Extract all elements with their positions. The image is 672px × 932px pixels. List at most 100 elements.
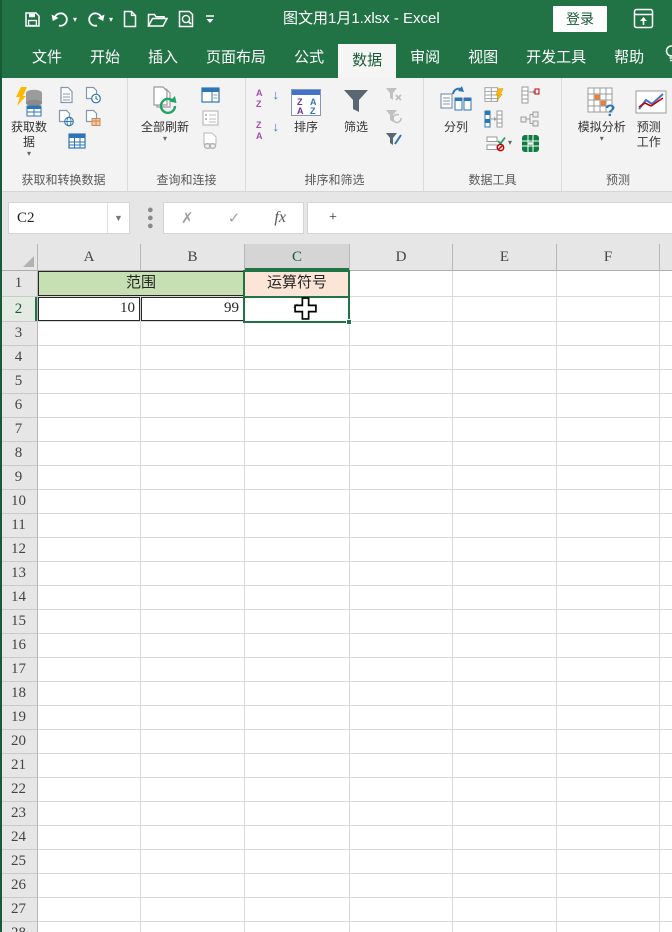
cell[interactable] bbox=[38, 754, 141, 778]
row-header-26[interactable]: 26 bbox=[0, 874, 38, 898]
cell[interactable] bbox=[557, 538, 660, 562]
cell[interactable] bbox=[453, 394, 557, 418]
cell[interactable] bbox=[557, 634, 660, 658]
cell[interactable] bbox=[453, 850, 557, 874]
tell-me-lightbulb-icon[interactable] bbox=[664, 44, 672, 69]
cell[interactable] bbox=[38, 394, 141, 418]
cell[interactable] bbox=[38, 922, 141, 932]
cell[interactable] bbox=[557, 442, 660, 466]
formula-bar-separator[interactable]: ● ● ● bbox=[147, 205, 154, 232]
cell[interactable] bbox=[141, 562, 245, 586]
cell[interactable] bbox=[557, 297, 660, 322]
cell[interactable] bbox=[350, 322, 453, 346]
cell[interactable] bbox=[245, 874, 350, 898]
cell[interactable] bbox=[141, 466, 245, 490]
row-header-18[interactable]: 18 bbox=[0, 682, 38, 706]
cell[interactable] bbox=[245, 442, 350, 466]
tab-view[interactable]: 视图 bbox=[454, 38, 512, 78]
cell[interactable] bbox=[141, 322, 245, 346]
cell[interactable] bbox=[245, 802, 350, 826]
cell[interactable] bbox=[38, 874, 141, 898]
column-header-B[interactable]: B bbox=[141, 244, 245, 271]
row-header-8[interactable]: 8 bbox=[0, 442, 38, 466]
cell[interactable] bbox=[350, 754, 453, 778]
cell[interactable] bbox=[245, 922, 350, 932]
cell[interactable] bbox=[245, 418, 350, 442]
row-header-21[interactable]: 21 bbox=[0, 754, 38, 778]
column-header-D[interactable]: D bbox=[350, 244, 453, 271]
sort-descending-icon[interactable]: Z A ↓ bbox=[254, 120, 280, 144]
column-header-F[interactable]: F bbox=[557, 244, 660, 271]
existing-connections-icon[interactable] bbox=[67, 132, 87, 150]
cell[interactable] bbox=[350, 610, 453, 634]
login-button[interactable]: 登录 bbox=[553, 6, 607, 32]
insert-function-icon[interactable]: fx bbox=[274, 209, 286, 227]
tab-help[interactable]: 帮助 bbox=[600, 38, 658, 78]
clear-filter-icon[interactable] bbox=[384, 86, 404, 104]
cell[interactable] bbox=[350, 538, 453, 562]
cell[interactable] bbox=[453, 730, 557, 754]
cell[interactable] bbox=[350, 586, 453, 610]
consolidate-icon[interactable] bbox=[520, 86, 540, 104]
cell-a1-b1-merged[interactable]: 范围 bbox=[38, 271, 245, 297]
recent-sources-icon[interactable] bbox=[83, 86, 103, 104]
properties-icon[interactable] bbox=[200, 109, 220, 127]
cell[interactable] bbox=[557, 754, 660, 778]
cell[interactable] bbox=[141, 418, 245, 442]
cell[interactable] bbox=[557, 898, 660, 922]
cell[interactable] bbox=[453, 682, 557, 706]
cell[interactable] bbox=[453, 826, 557, 850]
cell[interactable] bbox=[141, 370, 245, 394]
cell[interactable] bbox=[350, 297, 453, 322]
cell[interactable] bbox=[350, 271, 453, 297]
cell[interactable] bbox=[245, 346, 350, 370]
redo-icon[interactable] bbox=[86, 11, 106, 28]
cell[interactable] bbox=[350, 898, 453, 922]
cell[interactable] bbox=[38, 538, 141, 562]
cell[interactable] bbox=[557, 802, 660, 826]
tab-review[interactable]: 审阅 bbox=[396, 38, 454, 78]
cell[interactable] bbox=[453, 586, 557, 610]
row-header-9[interactable]: 9 bbox=[0, 466, 38, 490]
tab-data[interactable]: 数据 bbox=[338, 44, 397, 78]
cell[interactable] bbox=[453, 802, 557, 826]
from-table-range-icon[interactable] bbox=[83, 109, 103, 127]
cell[interactable] bbox=[350, 826, 453, 850]
row-header-28[interactable]: 28 bbox=[0, 922, 38, 932]
cell[interactable] bbox=[453, 562, 557, 586]
cell[interactable] bbox=[557, 322, 660, 346]
formula-input[interactable]: + bbox=[307, 202, 672, 234]
open-folder-icon[interactable] bbox=[147, 11, 169, 28]
cell[interactable] bbox=[141, 730, 245, 754]
cell[interactable] bbox=[350, 418, 453, 442]
cell[interactable] bbox=[245, 394, 350, 418]
cell[interactable] bbox=[453, 322, 557, 346]
cell[interactable] bbox=[38, 730, 141, 754]
cell[interactable] bbox=[245, 634, 350, 658]
cell[interactable] bbox=[557, 562, 660, 586]
cell[interactable] bbox=[453, 898, 557, 922]
cell[interactable] bbox=[557, 874, 660, 898]
cell[interactable] bbox=[245, 898, 350, 922]
column-header-A[interactable]: A bbox=[38, 244, 141, 271]
cell[interactable] bbox=[557, 418, 660, 442]
row-header-22[interactable]: 22 bbox=[0, 778, 38, 802]
name-box-dropdown-icon[interactable]: ▼ bbox=[107, 203, 129, 233]
row-header-24[interactable]: 24 bbox=[0, 826, 38, 850]
cell[interactable] bbox=[350, 466, 453, 490]
cell[interactable] bbox=[245, 490, 350, 514]
tab-insert[interactable]: 插入 bbox=[134, 38, 192, 78]
row-header-20[interactable]: 20 bbox=[0, 730, 38, 754]
select-all-button[interactable] bbox=[0, 244, 38, 271]
cell[interactable] bbox=[453, 538, 557, 562]
cell[interactable] bbox=[38, 634, 141, 658]
cell-c1[interactable]: 运算符号 bbox=[245, 271, 350, 297]
cell[interactable] bbox=[38, 466, 141, 490]
tab-page-layout[interactable]: 页面布局 bbox=[192, 38, 280, 78]
undo-dropdown-icon[interactable]: ▾ bbox=[73, 15, 77, 24]
cell[interactable] bbox=[453, 634, 557, 658]
cell[interactable] bbox=[350, 370, 453, 394]
cell[interactable] bbox=[141, 802, 245, 826]
cell[interactable] bbox=[453, 874, 557, 898]
cell[interactable] bbox=[141, 490, 245, 514]
